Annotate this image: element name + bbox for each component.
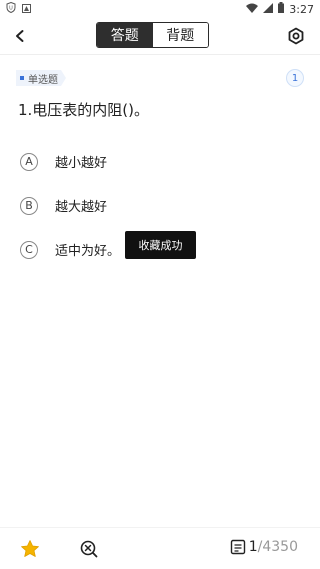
svg-text:U: U <box>9 6 13 12</box>
signal-icon <box>263 2 274 16</box>
back-button[interactable] <box>8 24 32 48</box>
status-time: 3:27 <box>289 2 314 16</box>
hexagon-gear-icon <box>288 27 304 45</box>
shield-icon: U <box>6 1 16 16</box>
option-c-text: 适中为好。 <box>55 244 121 259</box>
chevron-left-icon <box>16 30 24 42</box>
zoom-out-icon <box>80 540 98 558</box>
notification-icon <box>22 3 31 16</box>
star-icon <box>21 540 39 557</box>
option-b-text: 越大越好 <box>55 200 108 215</box>
option-a[interactable]: A 越小越好 <box>20 152 107 171</box>
question-number-badge[interactable]: 1 <box>286 69 304 87</box>
tab-answer[interactable]: 答题 <box>97 23 153 47</box>
total-question-count: 4350 <box>262 539 298 555</box>
badge-dot <box>20 76 24 80</box>
list-icon <box>230 539 245 555</box>
bottom-bar: 1 / 4350 <box>0 527 320 569</box>
header-divider <box>0 54 320 55</box>
question-type-badge: 单选题 <box>16 70 66 86</box>
favorite-button[interactable] <box>20 539 40 559</box>
settings-button[interactable] <box>284 24 308 48</box>
current-question-number: 1 <box>248 539 258 555</box>
toast-message: 收藏成功 <box>125 231 196 259</box>
option-a-letter: A <box>20 152 38 171</box>
option-a-text: 越小越好 <box>55 156 108 171</box>
tab-recite[interactable]: 背题 <box>152 23 208 47</box>
option-b-letter: B <box>20 196 38 215</box>
option-c-letter: C <box>20 240 38 259</box>
option-b[interactable]: B 越大越好 <box>20 196 107 215</box>
question-type-label: 单选题 <box>28 74 58 86</box>
header: 答题 背题 <box>0 18 320 54</box>
battery-icon <box>278 2 285 16</box>
question-counter[interactable]: 1 / 4350 <box>230 539 298 555</box>
question-text: 1.电压表的内阻()。 <box>18 101 150 119</box>
mode-segmented-control: 答题 背题 <box>96 22 209 48</box>
status-bar: U 3:27 <box>0 0 320 18</box>
wifi-icon <box>246 3 259 16</box>
option-c[interactable]: C 适中为好。 <box>20 240 120 259</box>
zoom-out-button[interactable] <box>79 539 99 559</box>
